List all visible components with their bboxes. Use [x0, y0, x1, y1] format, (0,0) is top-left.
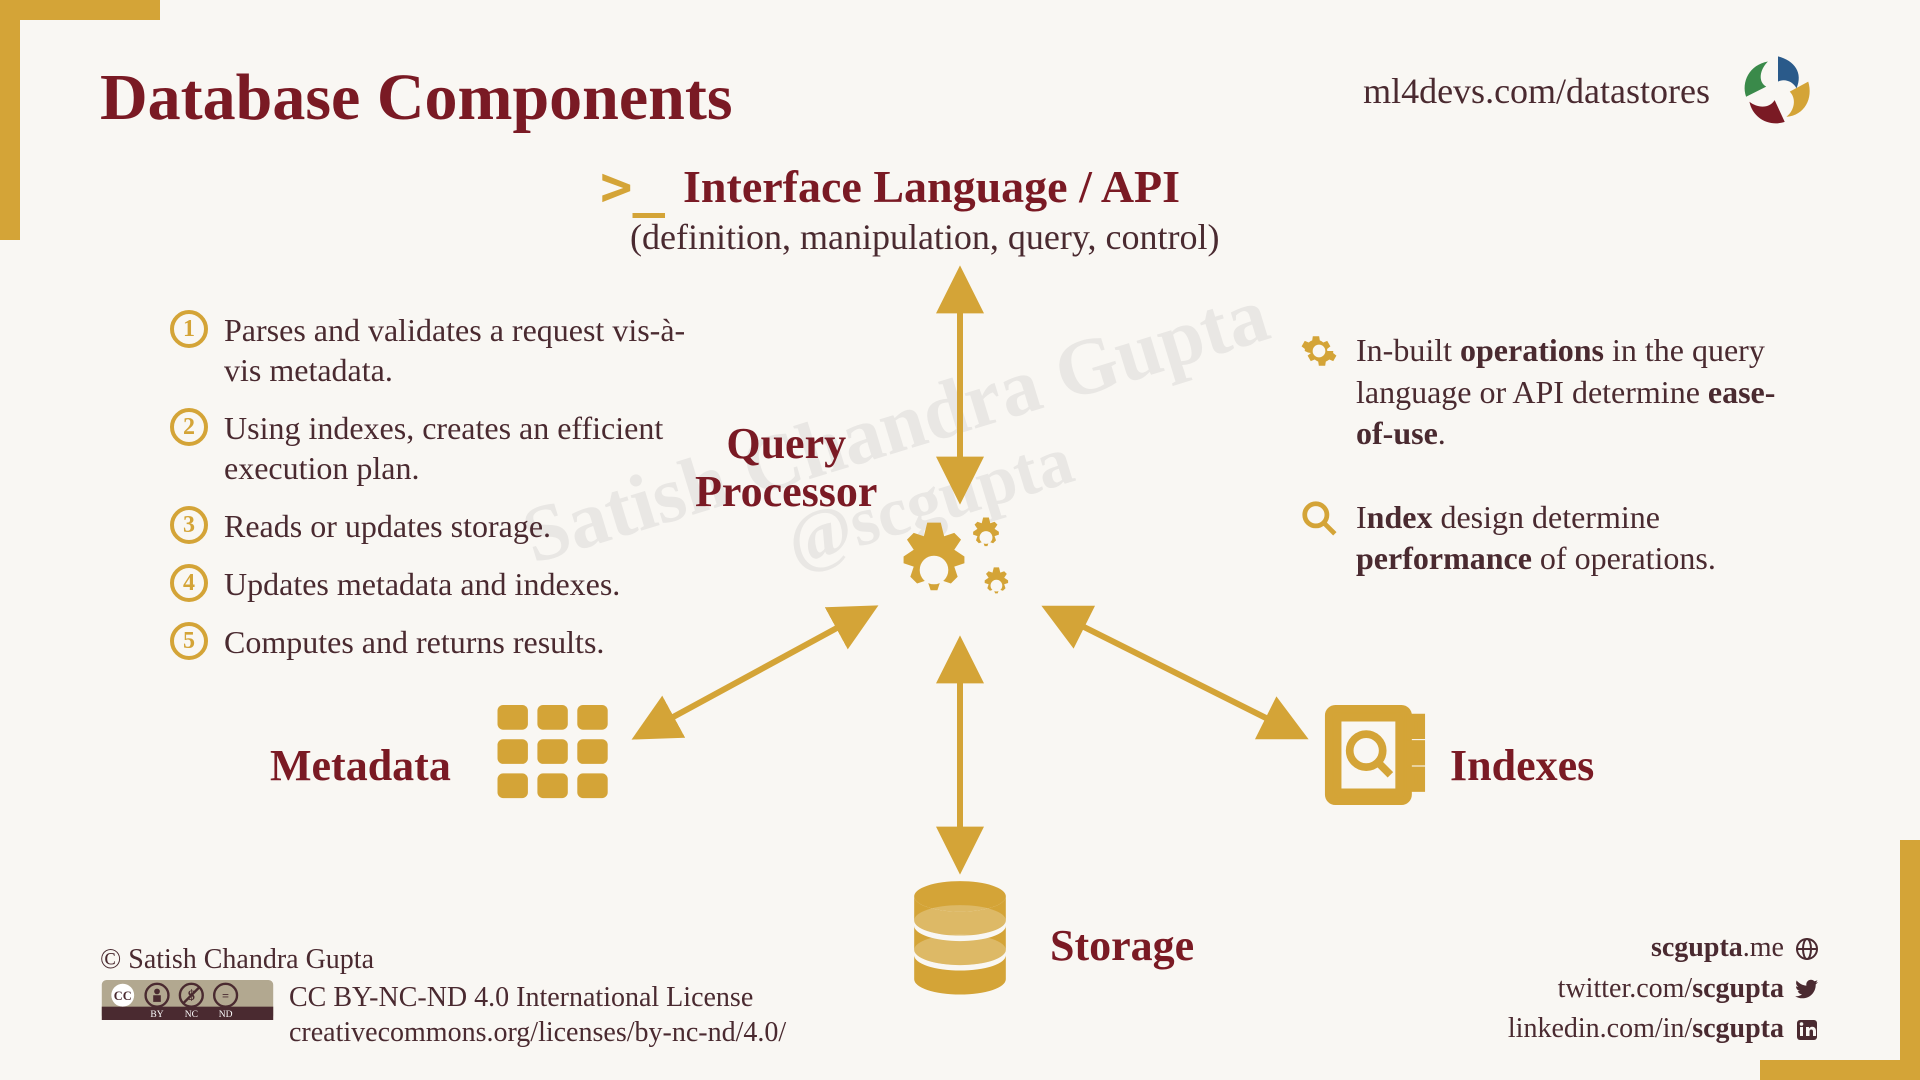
grid-icon	[497, 705, 612, 805]
step-text: Parses and validates a request vis-à-vis…	[224, 310, 700, 390]
license-text: CC BY-NC-ND 4.0 International License cr…	[289, 980, 786, 1050]
label-metadata: Metadata	[270, 740, 451, 791]
interface-heading: >_ Interface Language / API	[600, 155, 1180, 218]
step-item: 1 Parses and validates a request vis-à-v…	[170, 310, 700, 390]
interface-subtitle: (definition, manipulation, query, contro…	[630, 216, 1220, 258]
globe-icon	[1794, 936, 1820, 962]
twitter-icon	[1794, 976, 1820, 1002]
step-item: 2 Using indexes, creates an efficient ex…	[170, 408, 700, 488]
database-icon	[905, 880, 1015, 1005]
linkedin-icon	[1794, 1017, 1820, 1043]
note-text: Index design determine performance of op…	[1356, 497, 1800, 580]
magnifier-icon	[1300, 499, 1338, 547]
prompt-icon: >_	[600, 155, 665, 218]
svg-text:ND: ND	[219, 1010, 233, 1020]
site-logo	[1736, 48, 1820, 132]
note-item: Index design determine performance of op…	[1300, 497, 1800, 580]
site-link: scgupta.me	[1508, 928, 1820, 969]
svg-text:CC: CC	[114, 989, 132, 1003]
twitter-link: twitter.com/scgupta	[1508, 969, 1820, 1010]
step-text: Using indexes, creates an efficient exec…	[224, 408, 700, 488]
notes-list: In-built operations in the query languag…	[1300, 330, 1800, 622]
steps-list: 1 Parses and validates a request vis-à-v…	[170, 310, 700, 680]
footer-left: © Satish Chandra Gupta CC $ = BY NC ND C…	[100, 944, 786, 1050]
gear-icon	[1300, 332, 1338, 380]
gears-icon	[895, 505, 1025, 640]
note-item: In-built operations in the query languag…	[1300, 330, 1800, 455]
step-item: 3 Reads or updates storage.	[170, 506, 700, 546]
step-number-icon: 5	[170, 622, 208, 660]
step-text: Reads or updates storage.	[224, 506, 551, 546]
step-item: 4 Updates metadata and indexes.	[170, 564, 700, 604]
label-storage: Storage	[1050, 920, 1194, 971]
svg-text:BY: BY	[150, 1010, 163, 1020]
step-number-icon: 4	[170, 564, 208, 602]
linkedin-link: linkedin.com/in/scgupta	[1508, 1009, 1820, 1050]
label-query-processor: Query Processor	[695, 420, 877, 517]
step-number-icon: 3	[170, 506, 208, 544]
label-indexes: Indexes	[1450, 740, 1594, 791]
cc-badge-icon: CC $ = BY NC ND	[100, 980, 275, 1028]
step-text: Computes and returns results.	[224, 622, 604, 662]
step-number-icon: 1	[170, 310, 208, 348]
index-icon	[1320, 700, 1430, 815]
step-number-icon: 2	[170, 408, 208, 446]
step-text: Updates metadata and indexes.	[224, 564, 620, 604]
svg-text:=: =	[222, 989, 229, 1003]
interface-title: Interface Language / API	[683, 160, 1180, 213]
step-item: 5 Computes and returns results.	[170, 622, 700, 662]
note-text: In-built operations in the query languag…	[1356, 330, 1800, 455]
footer-right: scgupta.me twitter.com/scgupta linkedin.…	[1508, 928, 1820, 1050]
header-url: ml4devs.com/datastores	[1363, 70, 1710, 112]
copyright-text: © Satish Chandra Gupta	[100, 944, 786, 976]
svg-text:NC: NC	[185, 1010, 198, 1020]
page-title: Database Components	[100, 60, 733, 136]
